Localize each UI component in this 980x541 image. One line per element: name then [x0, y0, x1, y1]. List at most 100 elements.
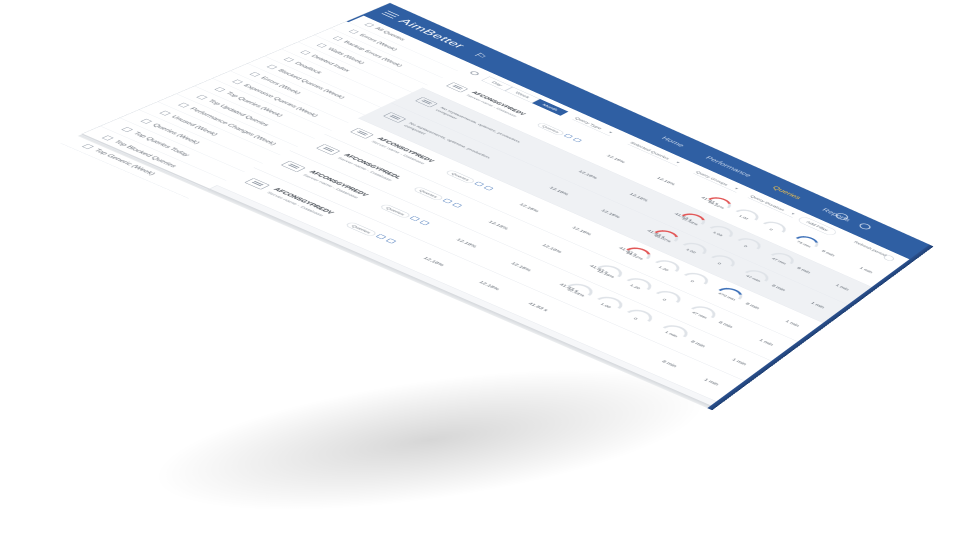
document-icon [140, 118, 153, 124]
metric-value: 1 min [702, 377, 721, 387]
document-icon [348, 29, 359, 34]
metric-value: 8 min [744, 301, 761, 310]
gauge-widget: 0 [730, 235, 768, 256]
document-icon [266, 64, 278, 70]
gauge-widget: 1.20 [618, 275, 659, 296]
chart-icon[interactable] [474, 181, 485, 187]
metric-value: 12.18% [548, 185, 571, 196]
nav-queries[interactable]: Queries [771, 185, 803, 200]
queries-badge[interactable]: Queries [535, 122, 566, 136]
document-icon [364, 22, 375, 28]
document-icon [214, 86, 226, 92]
metric-value: 1 min [758, 338, 775, 347]
metric-value: 12.18% [655, 176, 677, 186]
row-actions [442, 198, 463, 208]
metric-value: 8 min [689, 339, 707, 348]
gauge-widget: 1.03 [702, 223, 740, 243]
people-icon[interactable] [483, 185, 494, 191]
settings-circle-icon[interactable] [882, 254, 896, 262]
chevron-down-icon: ▾ [607, 130, 614, 135]
row-actions [409, 215, 430, 226]
people-icon[interactable] [419, 220, 430, 226]
metric-value: 8 min [717, 320, 735, 329]
document-icon [178, 102, 190, 108]
queries-badge[interactable]: Queries [412, 186, 445, 202]
metric-value: 1 min [834, 283, 851, 292]
metric-value: 12.18% [628, 192, 650, 203]
server-icon [244, 178, 271, 190]
server-icon [445, 82, 469, 93]
metric-value: 1 min [809, 301, 826, 310]
gauge-widget: 1.02 [675, 240, 714, 260]
gauge-widget: 0 [756, 219, 793, 238]
server-icon [315, 144, 341, 156]
document-icon [196, 94, 208, 100]
document-icon [249, 71, 261, 77]
user-icon[interactable] [857, 222, 873, 231]
chevron-down-icon: ▾ [790, 212, 796, 216]
chart-icon[interactable] [409, 215, 421, 222]
row-actions [563, 133, 583, 143]
chart-icon[interactable] [442, 198, 453, 204]
people-icon[interactable] [572, 137, 583, 143]
document-icon [283, 57, 295, 62]
metric-value: 12.18% [455, 237, 479, 249]
metric-value: 8 min [660, 359, 679, 368]
server-icon [414, 96, 438, 108]
metric-value: 8 min [820, 249, 836, 258]
metric-value: 12.18% [477, 280, 502, 292]
gauge-widget: 47 min [763, 250, 800, 270]
metric-value: 12.18% [540, 243, 564, 254]
product-render: AimBetter ⚐ Home Performance Queries Rep… [0, 0, 980, 541]
server-icon [280, 160, 306, 173]
gauge-widget: 1 min [654, 322, 695, 344]
queries-badge[interactable]: Queries [444, 169, 477, 184]
metric-value: 1 min [858, 266, 874, 274]
document-icon [232, 79, 244, 85]
document-icon [316, 43, 328, 48]
document-icon [101, 135, 114, 141]
row-actions [375, 234, 397, 244]
metric-value: 1 min [730, 357, 748, 367]
chevron-down-icon: ▾ [674, 160, 682, 165]
gauge-widget: 0 [647, 288, 687, 309]
hamburger-menu-icon[interactable] [381, 10, 400, 19]
server-icon [349, 127, 374, 139]
document-icon [159, 110, 172, 116]
gauge-widget: 47 min [737, 267, 775, 287]
nav-home[interactable]: Home [660, 136, 686, 148]
metric-value: 1 min [784, 319, 801, 328]
metric-value: 12.18% [422, 256, 446, 267]
metric-value: 12.18% [577, 169, 599, 180]
metric-value: 12.18% [487, 219, 510, 231]
gauge-widget: 1.02 [728, 206, 765, 226]
metric-value: 12.18% [570, 225, 593, 236]
queries-badge[interactable]: Queries [378, 203, 412, 219]
gauge-widget: 1.20 [647, 257, 687, 278]
metric-value: 41.83 s [526, 301, 550, 313]
metric-value: 12.18% [600, 208, 622, 219]
document-icon [82, 143, 95, 150]
chart-icon[interactable] [563, 133, 574, 139]
metric-value: 12.18% [509, 261, 533, 273]
gauge-widget: 0 [703, 252, 742, 273]
gauge-widget: 0 [618, 306, 659, 329]
queries-badge[interactable]: Queries [344, 221, 378, 237]
chart-icon[interactable] [375, 234, 387, 240]
search-icon[interactable] [468, 70, 481, 76]
gauge-widget: 470 min [710, 285, 749, 306]
metric-value: 12.18% [605, 153, 627, 164]
metric-value: 12.18% [518, 202, 541, 213]
people-icon[interactable] [385, 238, 397, 244]
gauge-widget: 75 min [788, 233, 825, 254]
gauge-widget: 47 min [683, 303, 723, 324]
logo-mark-icon: ⚐ [470, 51, 490, 61]
metric-value: 8 min [795, 266, 812, 275]
gauge-widget: 1.00 [588, 293, 630, 316]
people-icon[interactable] [451, 202, 463, 208]
document-icon [121, 126, 134, 132]
metric-value: 8 min [770, 283, 787, 292]
app-screen: AimBetter ⚐ Home Performance Queries Rep… [60, 3, 934, 411]
chevron-down-icon: ▾ [733, 186, 740, 191]
document-icon [300, 50, 311, 55]
